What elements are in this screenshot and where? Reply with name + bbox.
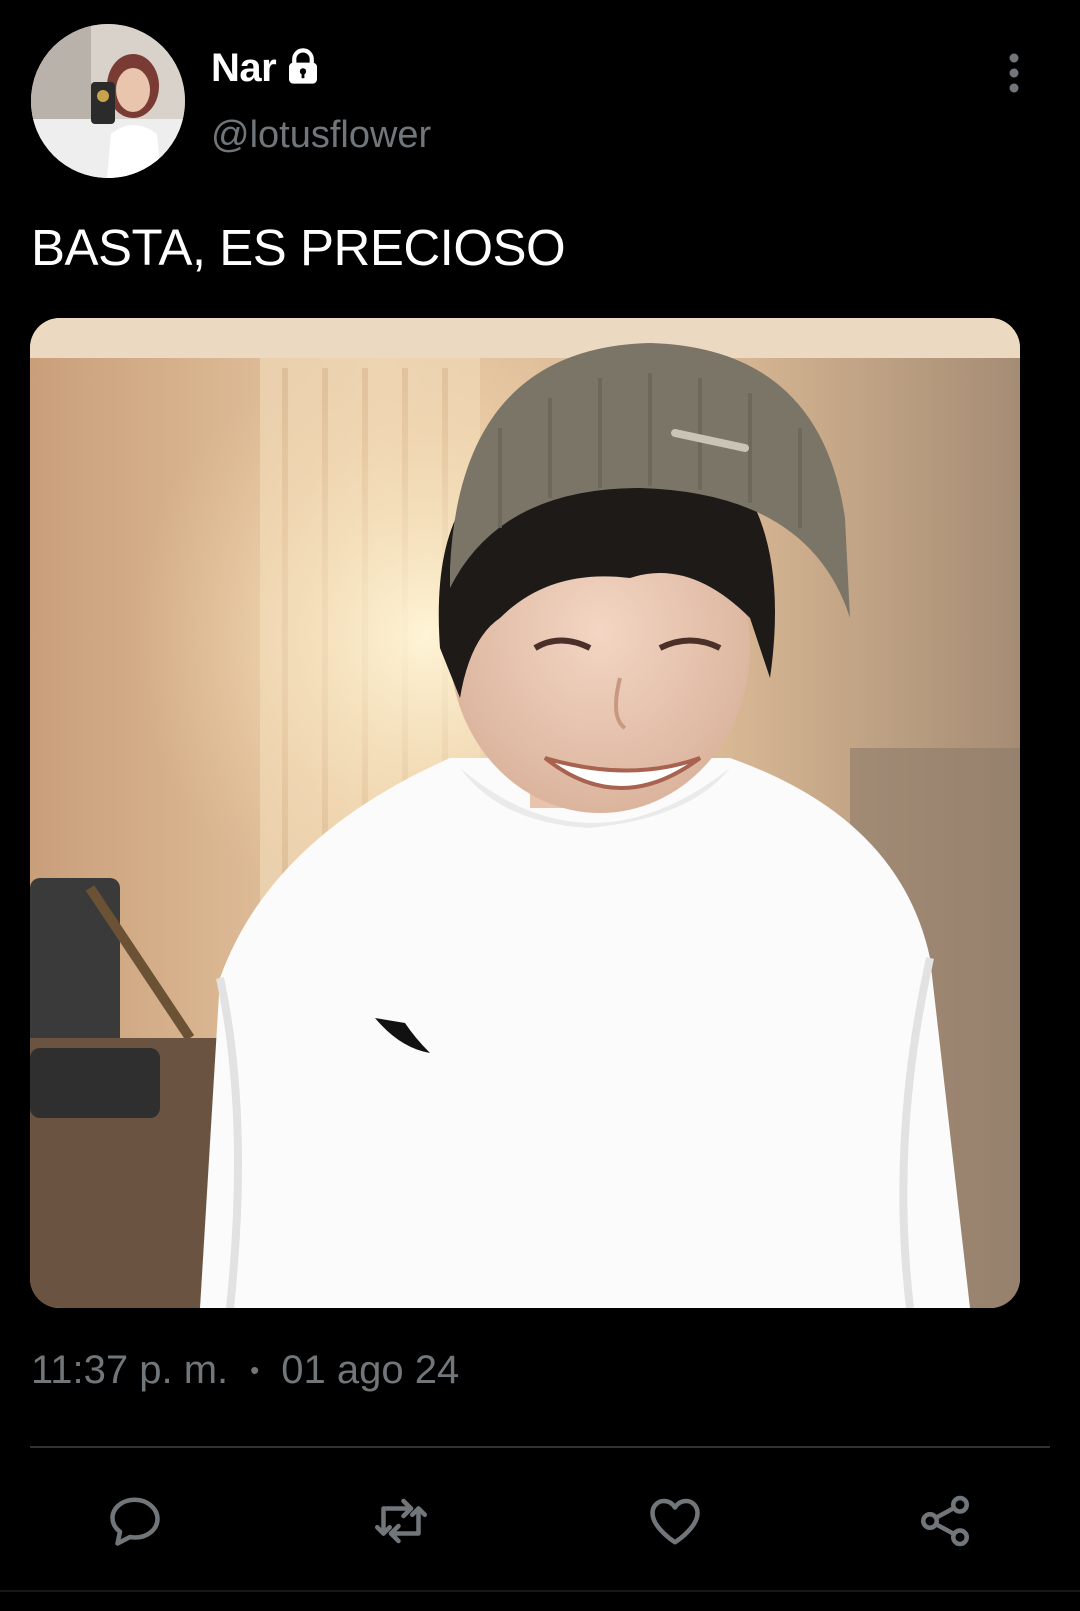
tweet-detail-screen: Nar @lotusflower BASTA, ES PRECIOSO 11:3… [0, 0, 1080, 1611]
lock-icon [289, 47, 318, 84]
retweet-button[interactable] [368, 1488, 434, 1554]
actions-divider [30, 1446, 1050, 1448]
author-handle[interactable]: @lotusflower [211, 114, 431, 157]
tweet-actions-bar [0, 1488, 1080, 1558]
tweet-text: BASTA, ES PRECIOSO [31, 219, 566, 276]
bottom-divider [0, 1590, 1080, 1592]
author-name-row[interactable]: Nar [211, 46, 324, 91]
reply-icon [110, 1497, 160, 1546]
tweet-date: 01 ago 24 [281, 1348, 460, 1392]
share-button[interactable] [912, 1488, 978, 1554]
author-avatar[interactable] [31, 24, 185, 178]
heart-icon [650, 1498, 700, 1545]
tweet-header: Nar @lotusflower [31, 24, 1049, 178]
retweet-icon [375, 1498, 427, 1544]
like-button[interactable] [642, 1488, 708, 1554]
timestamp-separator: • [250, 1355, 260, 1385]
tweet-timestamp[interactable]: 11:37 p. m. • 01 ago 24 [31, 1348, 459, 1393]
avatar-photo [31, 24, 185, 178]
share-icon [920, 1495, 970, 1547]
more-vertical-icon[interactable] [999, 52, 1029, 94]
reply-button[interactable] [102, 1488, 168, 1554]
author-display-name[interactable]: Nar [211, 46, 277, 91]
tweet-media-photo[interactable] [30, 318, 1020, 1308]
media-image [30, 318, 1020, 1308]
tweet-time: 11:37 p. m. [31, 1348, 229, 1392]
